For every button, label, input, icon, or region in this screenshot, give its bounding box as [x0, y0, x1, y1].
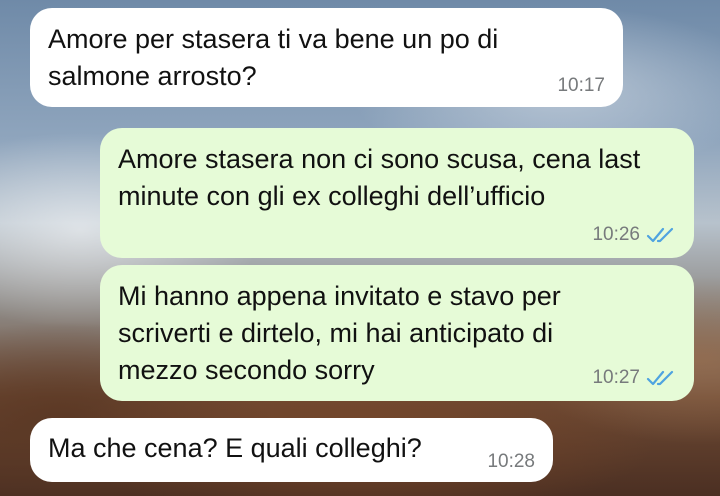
message-meta: 10:28 — [487, 451, 535, 473]
message-text: Mi hanno appena invitato e stavo per scr… — [118, 281, 561, 385]
message-text: Amore per stasera ti va bene un po di sa… — [48, 24, 499, 91]
message-timestamp: 10:17 — [557, 75, 605, 96]
message-meta: 10:17 — [557, 75, 605, 97]
message-timestamp: 10:28 — [487, 451, 535, 472]
double-check-icon — [646, 370, 674, 386]
message-timestamp: 10:26 — [592, 224, 640, 245]
message-meta: 10:26 — [592, 224, 676, 246]
message-timestamp: 10:27 — [592, 367, 640, 388]
message-meta: 10:27 — [592, 367, 676, 389]
message-bubble-incoming[interactable]: Amore per stasera ti va bene un po di sa… — [30, 8, 623, 107]
message-text: Ma che cena? E quali colleghi? — [48, 433, 422, 463]
message-bubble-outgoing[interactable]: Mi hanno appena invitato e stavo per scr… — [100, 265, 694, 401]
message-bubble-outgoing[interactable]: Amore stasera non ci sono scusa, cena la… — [100, 128, 694, 258]
double-check-icon — [646, 227, 674, 243]
message-text: Amore stasera non ci sono scusa, cena la… — [118, 144, 641, 211]
message-bubble-incoming[interactable]: Ma che cena? E quali colleghi? 10:28 — [30, 418, 553, 482]
